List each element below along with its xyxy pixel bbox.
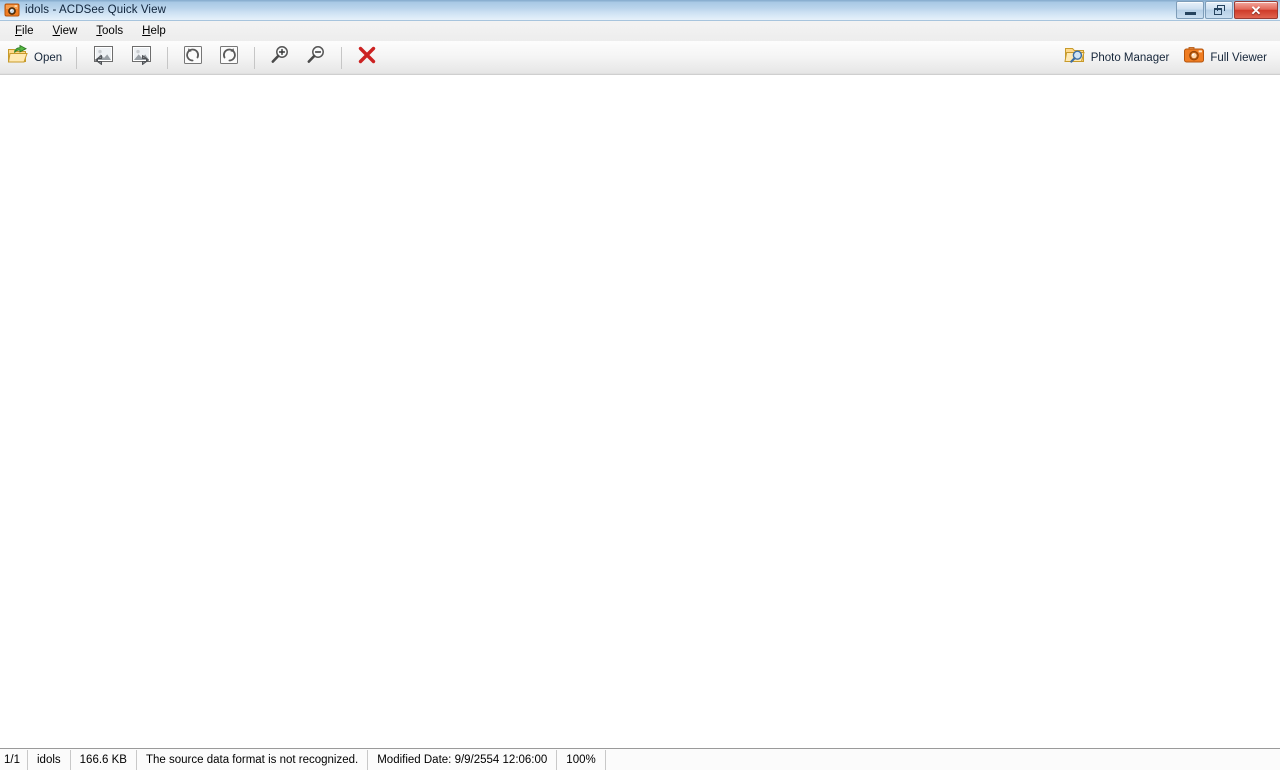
rotate-counterclockwise-icon [182, 44, 204, 71]
close-icon: ✕ [1250, 2, 1262, 18]
toolbar-left-group: Open [0, 41, 385, 74]
acdsee-app-icon [4, 2, 20, 18]
menu-item-view[interactable]: View [44, 23, 88, 39]
status-modified-date: Modified Date: 9/9/2554 12:06:00 [368, 749, 558, 770]
open-folder-icon [7, 44, 29, 71]
next-image-icon [129, 44, 153, 71]
rotate-clockwise-icon [218, 44, 240, 71]
zoom-in-button[interactable] [263, 45, 297, 71]
window-controls: ✕ [1176, 0, 1278, 20]
title-bar: idols - ACDSee Quick View ✕ [0, 0, 1280, 21]
zoom-in-icon [269, 44, 291, 71]
photo-manager-button[interactable]: Photo Manager [1058, 45, 1176, 71]
menu-help-rest: elp [150, 25, 166, 37]
toolbar-right-group: Photo Manager Full Viewer [1057, 41, 1274, 74]
menu-file-rest: ile [22, 25, 34, 37]
full-viewer-camera-icon [1183, 44, 1205, 71]
zoom-out-button[interactable] [299, 45, 333, 71]
status-bar: 1/1 idols 166.6 KB The source data forma… [0, 748, 1280, 770]
toolbar-separator-1 [76, 46, 78, 69]
toolbar-separator-3 [254, 46, 256, 69]
open-button[interactable]: Open [1, 44, 68, 71]
menu-tools-rest: ools [102, 25, 124, 37]
next-image-button[interactable] [123, 45, 159, 71]
menu-view-accesskey: V [52, 25, 61, 37]
acdsee-quick-view-window: idols - ACDSee Quick View ✕ File View To… [0, 0, 1280, 770]
zoom-out-icon [305, 44, 327, 71]
minimize-button[interactable] [1176, 1, 1204, 19]
status-zoom-level: 100% [557, 749, 606, 770]
window-title: idols - ACDSee Quick View [25, 4, 166, 16]
minimize-icon [1184, 12, 1196, 15]
menu-item-tools[interactable]: Tools [87, 23, 133, 39]
status-message: The source data format is not recognized… [137, 749, 369, 770]
toolbar: Open Photo Manager Full Viewer [0, 41, 1280, 75]
restore-button[interactable] [1205, 1, 1233, 19]
menu-bar: File View Tools Help [0, 21, 1280, 41]
open-button-label: Open [34, 51, 63, 64]
full-viewer-label: Full Viewer [1210, 51, 1267, 64]
delete-red-x-icon [356, 44, 378, 71]
status-page-count: 1/1 [0, 749, 28, 770]
full-viewer-button[interactable]: Full Viewer [1177, 45, 1273, 71]
image-canvas[interactable] [0, 75, 1280, 748]
rotate-right-button[interactable] [212, 45, 246, 71]
previous-image-button[interactable] [85, 45, 121, 71]
previous-image-icon [91, 44, 115, 71]
delete-button[interactable] [350, 45, 384, 71]
menu-view-rest: iew [60, 25, 78, 37]
photo-manager-label: Photo Manager [1090, 51, 1170, 64]
menu-file-accesskey: F [15, 25, 23, 37]
status-file-size: 166.6 KB [71, 749, 137, 770]
toolbar-separator-2 [167, 46, 169, 69]
photo-manager-folder-icon [1064, 44, 1086, 71]
menu-item-help[interactable]: Help [133, 23, 176, 39]
close-button[interactable]: ✕ [1234, 1, 1278, 19]
menu-item-file[interactable]: File [6, 23, 44, 39]
rotate-left-button[interactable] [176, 45, 210, 71]
status-file-name: idols [28, 749, 71, 770]
restore-icon [1213, 5, 1225, 15]
toolbar-separator-4 [341, 46, 343, 69]
